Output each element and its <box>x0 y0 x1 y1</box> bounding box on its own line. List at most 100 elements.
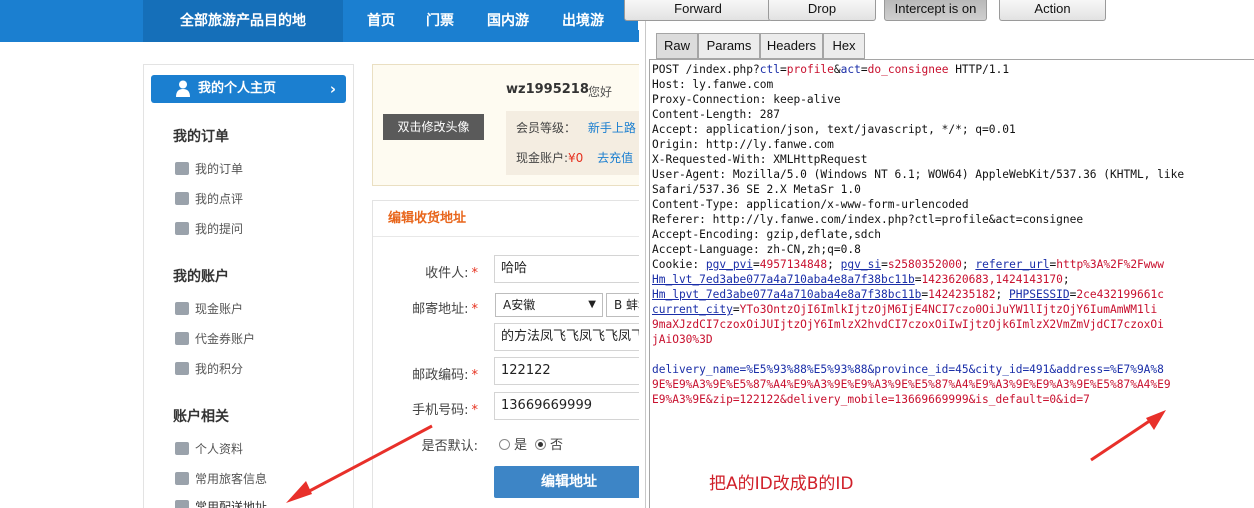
required-mark: * <box>471 368 479 383</box>
chat-icon <box>175 222 189 235</box>
username: wz1995218 <box>506 82 589 97</box>
nav-domestic-travel[interactable]: 国内游 <box>487 0 529 42</box>
intercept-toggle-button[interactable]: Intercept is on <box>884 0 987 21</box>
sidebar-item-label: 现金账户 <box>195 302 244 316</box>
chevron-right-icon: › <box>329 80 336 98</box>
sidebar-item-label: 我的订单 <box>195 162 244 176</box>
drop-button[interactable]: Drop <box>768 0 876 21</box>
required-mark: * <box>471 403 479 418</box>
user-icon <box>176 80 190 97</box>
cash-row: 现金账户:¥0 去充值 <box>516 149 633 166</box>
tab-raw[interactable]: Raw <box>656 33 698 59</box>
sidebar-item-my-points[interactable]: 我的积分 <box>175 361 243 377</box>
address-label: 邮寄地址: * <box>373 298 478 317</box>
phone-input[interactable]: 13669669999 <box>494 392 645 420</box>
sidebar-item-label: 常用旅客信息 <box>195 472 268 486</box>
request-protocol: HTTP/1.1 <box>948 63 1010 76</box>
sidebar-item-my-questions[interactable]: 我的提问 <box>175 221 243 237</box>
header-line: Proxy-Connection: keep-alive <box>652 93 841 106</box>
section-title-orders: 我的订单 <box>173 129 229 145</box>
param-name: current_city <box>652 303 733 316</box>
sidebar-item-delivery-addresses[interactable]: 常用配送地址 <box>175 499 267 508</box>
sidebar-item-label: 个人资料 <box>195 442 244 456</box>
diamond-icon <box>175 362 189 375</box>
recipient-label-text: 收件人: <box>425 266 469 281</box>
nav-tickets[interactable]: 门票 <box>426 0 454 42</box>
recipient-input[interactable]: 哈哈 <box>494 255 645 283</box>
user-sidebar: 我的个人主页 › 我的订单 我的订单 我的点评 我的提问 我的账户 现金账户 代… <box>143 64 354 508</box>
zip-label-text: 邮政编码: <box>412 368 469 383</box>
cookie-label: Cookie: <box>652 258 706 271</box>
member-level-label: 会员等级： <box>516 121 577 135</box>
default-label: 是否默认: <box>421 439 478 454</box>
recharge-link[interactable]: 去充值 <box>597 151 633 165</box>
phone-label: 手机号码: * <box>373 399 478 418</box>
default-yes-option[interactable]: 是 <box>499 434 527 453</box>
street-address-input[interactable]: 的方法凤飞飞凤飞飞凤飞飞 <box>494 323 645 351</box>
website-panel: 全部旅游产品目的地 首页 门票 国内游 出境游 我的个人主页 › 我的订单 我的… <box>0 0 645 508</box>
member-level-row: 会员等级： 新手上路 <box>516 119 636 136</box>
sidebar-item-voucher-account[interactable]: 代金券账户 <box>175 331 255 347</box>
param-value: s2580352000 <box>887 258 962 271</box>
sidebar-item-my-orders[interactable]: 我的订单 <box>175 161 243 177</box>
radio-selected-icon[interactable] <box>535 439 546 450</box>
sidebar-item-label: 我的积分 <box>195 362 244 376</box>
sidebar-item-cash-account[interactable]: 现金账户 <box>175 301 243 317</box>
header-line: Accept: application/json, text/javascrip… <box>652 123 1016 136</box>
cookie-continuation: jAiO30%3D <box>652 333 713 346</box>
member-level-link[interactable]: 新手上路 <box>588 121 636 135</box>
param-value: 2ce432199661c <box>1076 288 1164 301</box>
nav-outbound-travel[interactable]: 出境游 <box>562 0 604 42</box>
my-homepage-button[interactable]: 我的个人主页 › <box>151 75 346 103</box>
param-name: PHPSESSID <box>1009 288 1070 301</box>
section-title-account: 我的账户 <box>173 269 229 285</box>
dropdown-arrow-icon: ▼ <box>588 299 596 310</box>
account-info-box: 会员等级： 新手上路 现金账户:¥0 去充值 <box>506 111 645 175</box>
top-navigation-bar: 全部旅游产品目的地 首页 门票 国内游 出境游 <box>0 0 645 42</box>
header-line: User-Agent: Mozilla/5.0 (Windows NT 6.1;… <box>652 168 1185 181</box>
greeting: 您好 <box>588 85 613 99</box>
change-avatar-button[interactable]: 双击修改头像 <box>383 114 484 140</box>
param-name: act <box>840 63 861 76</box>
sidebar-item-label: 常用配送地址 <box>195 500 268 508</box>
header-line: Host: ly.fanwe.com <box>652 78 774 91</box>
annotation-text: 把A的ID改成B的ID <box>709 474 854 494</box>
param-value: profile <box>786 63 834 76</box>
sidebar-item-frequent-travelers[interactable]: 常用旅客信息 <box>175 471 267 487</box>
sidebar-item-label: 我的点评 <box>195 192 244 206</box>
sidebar-item-profile[interactable]: 个人资料 <box>175 441 243 457</box>
tab-params[interactable]: Params <box>698 33 760 59</box>
voucher-icon <box>175 332 189 345</box>
cookie-line: Hm_lpvt_7ed3abe077a4a710aba4e8a7f38bc11b… <box>652 288 1164 301</box>
radio-icon[interactable] <box>499 439 510 450</box>
sidebar-item-my-reviews[interactable]: 我的点评 <box>175 191 243 207</box>
zip-input[interactable]: 122122 <box>494 357 645 385</box>
province-select-value: A安徽 <box>503 298 536 312</box>
province-select[interactable]: A安徽 ▼ <box>495 293 603 317</box>
header-line: X-Requested-With: XMLHttpRequest <box>652 153 868 166</box>
request-body-line: 9E%E9%A3%9E%E5%87%A4%E9%A3%9E%E9%A3%9E%E… <box>652 378 1171 391</box>
raw-request-editor[interactable]: POST /index.php?ctl=profile&act=do_consi… <box>649 59 1254 508</box>
edit-address-submit-button[interactable]: 编辑地址 <box>494 466 644 498</box>
cookie-continuation: 9maXJzdCI7czoxOiJUIjtzOjY6ImlzX2hvdCI7cz… <box>652 318 1164 331</box>
tab-headers[interactable]: Headers <box>760 33 823 59</box>
tab-hex[interactable]: Hex <box>823 33 865 59</box>
param-value: YTo3OntzOjI6ImlkIjtzOjM6IjE4NCI7czo0OiJu… <box>739 303 1158 316</box>
location-pin-icon <box>175 500 189 508</box>
param-name: pgv_si <box>840 258 882 271</box>
sidebar-item-label: 我的提问 <box>195 222 244 236</box>
request-body-line: E9%A3%9E&zip=122122&delivery_mobile=1366… <box>652 393 1090 406</box>
required-mark: * <box>471 302 479 317</box>
default-no-label: 否 <box>550 438 564 453</box>
action-button[interactable]: Action <box>999 0 1106 21</box>
default-no-option[interactable]: 否 <box>535 434 563 453</box>
param-value: http%3A%2F%2Fwww <box>1056 258 1165 271</box>
forward-button[interactable]: Forward <box>624 0 772 21</box>
nav-home[interactable]: 首页 <box>367 0 395 42</box>
form-title: 编辑收货地址 <box>373 201 645 237</box>
param-value: 1423620683,1424143170 <box>921 273 1063 286</box>
param-value: 4957134848 <box>759 258 828 271</box>
header-line: Accept-Language: zh-CN,zh;q=0.8 <box>652 243 861 256</box>
edit-address-form: 编辑收货地址 收件人:* 哈哈 邮寄地址:* A安徽▼ B 蚌埠 的方法凤飞飞凤… <box>372 200 645 508</box>
all-destinations-menu[interactable]: 全部旅游产品目的地 <box>143 0 343 42</box>
